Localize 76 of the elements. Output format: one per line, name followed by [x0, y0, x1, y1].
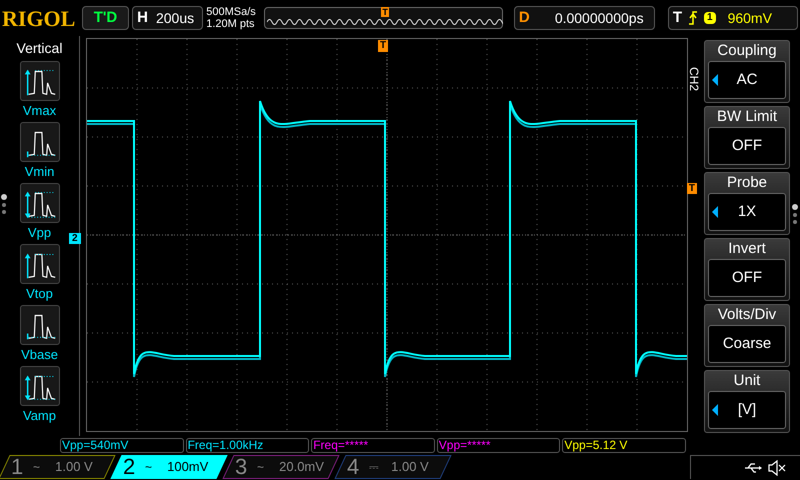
menu-item-value: 1X [738, 202, 756, 222]
sample-rate: 500MSa/s [206, 6, 257, 18]
channel-scale: 20.0mV [279, 458, 324, 476]
page-indicator-icon [1, 194, 7, 216]
menu-item-title: Coupling [717, 41, 777, 61]
menu-item[interactable]: Coupling AC [704, 40, 790, 103]
left-arrow-icon [712, 404, 718, 416]
menu-item-title: Probe [726, 173, 768, 193]
measure-button[interactable] [20, 305, 60, 345]
measure-button[interactable] [20, 366, 60, 406]
channel-number: 3 [235, 455, 248, 479]
coupling-symbol: ⎓ [369, 459, 380, 476]
measure-label: Vmax [22, 102, 56, 120]
channel-scale: 1.00 V [55, 458, 93, 476]
run-status: T'D [82, 6, 130, 30]
menu-item-value: OFF [732, 136, 762, 156]
measure-label: Vbase [21, 346, 58, 364]
menu-item-title: BW Limit [717, 107, 777, 127]
page-indicator-icon [792, 204, 798, 226]
channel-number: 1 [11, 455, 24, 479]
delay-value: 0.00000000ps [554, 8, 644, 28]
channel-number: 2 [123, 455, 136, 479]
trigger-level-marker: T [686, 183, 697, 194]
measure-label: Vpp [28, 224, 52, 242]
channel-tab[interactable]: 4 ⎓ 1.00 V [334, 455, 452, 479]
channel-tab[interactable]: 2 ~ 100mV [110, 455, 228, 479]
trigger-level: 960mV [728, 8, 772, 28]
channel-number: 4 [347, 455, 360, 479]
mute-icon [768, 460, 786, 476]
channel-tab[interactable]: 3 ~ 20.0mV [222, 455, 340, 479]
menu-item-value: AC [736, 70, 758, 90]
menu-item-value: Coarse [722, 334, 772, 354]
timebase-value: 200us [156, 8, 194, 28]
coupling-symbol: ~ [145, 459, 154, 476]
menu-item-title: Volts/Div [718, 305, 776, 325]
menu-item-value: OFF [732, 268, 762, 288]
measurement-readout: Vpp=***** [436, 438, 560, 452]
measure-button[interactable] [20, 122, 60, 162]
channel-scale: 1.00 V [391, 458, 429, 476]
trigger-label: T [672, 8, 682, 28]
menu-item[interactable]: Invert OFF [704, 238, 790, 301]
coupling-symbol: ~ [33, 459, 42, 476]
brand-logo: RIGOL [2, 4, 76, 32]
usb-icon [744, 462, 762, 472]
measurement-readout: Freq=***** [311, 438, 435, 452]
menu-item[interactable]: Probe 1X [704, 172, 790, 235]
memory-depth: 1.20M pts [206, 18, 256, 30]
preview-trigger-marker: T [381, 7, 389, 17]
measure-label: Vamp [23, 407, 56, 425]
measure-button[interactable] [20, 183, 60, 223]
measure-label: Vtop [26, 285, 53, 303]
menu-item-title: Unit [734, 371, 760, 391]
measure-label: Vmin [24, 163, 54, 181]
channel-tab[interactable]: 1 ~ 1.00 V [0, 455, 116, 479]
left-arrow-icon [712, 206, 718, 218]
menu-item[interactable]: Volts/Div Coarse [704, 304, 790, 367]
measure-button[interactable] [20, 61, 60, 101]
channel-scale: 100mV [167, 458, 208, 476]
menu-item-value: [V] [738, 400, 756, 420]
measurement-readout: Vpp=5.12 V [562, 438, 686, 452]
channel-marker: 2 [69, 233, 81, 244]
channel-label: CH2 [689, 67, 702, 91]
trigger-position-marker: T [378, 40, 388, 52]
coupling-symbol: ~ [257, 459, 266, 476]
measurement-readout: Freq=1.00kHz [186, 438, 310, 452]
delay-label: D [518, 8, 531, 28]
panel-title: Vertical [16, 39, 62, 58]
timebase-label: H [137, 8, 148, 28]
measurement-readout: Vpp=540mV [60, 438, 184, 452]
trigger-source: 1 [704, 12, 716, 24]
menu-item-title: Invert [728, 239, 766, 259]
menu-item[interactable]: BW Limit OFF [704, 106, 790, 169]
menu-item[interactable]: Unit [V] [704, 370, 790, 433]
left-arrow-icon [712, 74, 718, 86]
rising-edge-icon [688, 11, 698, 25]
measure-button[interactable] [20, 244, 60, 284]
